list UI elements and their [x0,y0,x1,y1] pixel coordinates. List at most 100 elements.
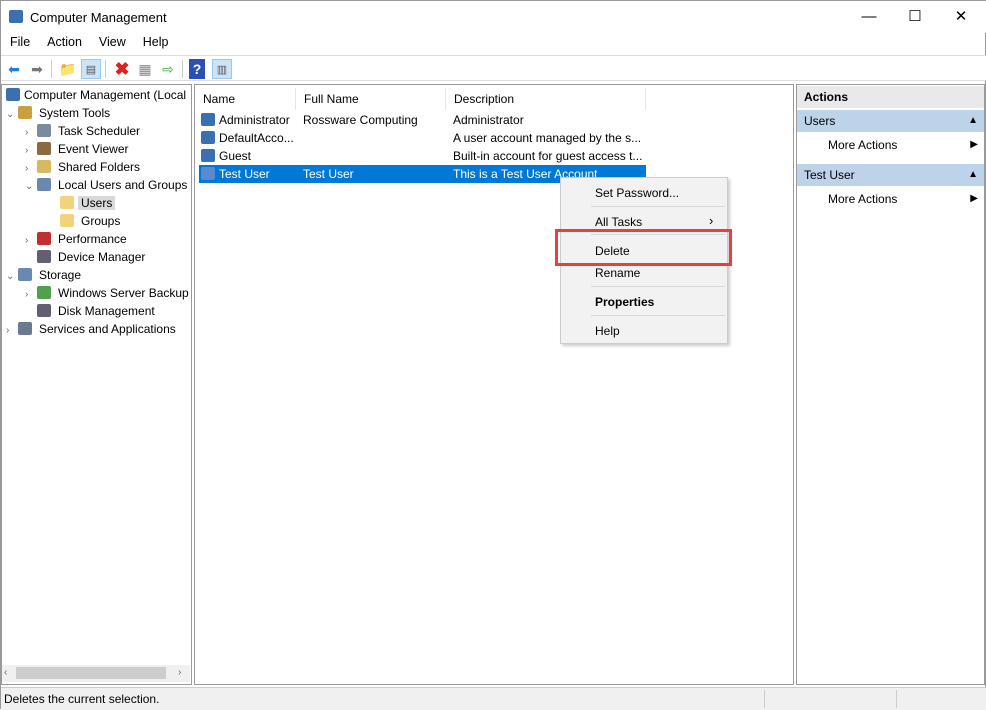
tree-horizontal-scrollbar[interactable]: ‹ › [2,665,190,682]
tree-node-icon [37,232,51,245]
tree-item-label: Windows Server Backup [58,286,189,300]
back-icon[interactable]: ⬅ [4,59,24,79]
delete-icon[interactable]: ✖ [112,59,132,79]
tree-item[interactable]: › Performance [25,230,130,248]
tree-item-label: Disk Management [58,304,155,318]
tree-node-icon [18,106,32,119]
submenu-arrow-icon: › [709,213,714,228]
menu-bar: File Action View Help [1,33,986,53]
column-header-description[interactable]: Description [446,88,646,110]
user-icon [201,167,215,180]
collapse-icon[interactable]: ▲ [968,110,978,132]
forward-icon[interactable]: ➡ [27,59,47,79]
menu-item-properties[interactable]: Properties [595,295,654,309]
tree-item-label: Event Viewer [58,142,129,156]
tree-item-label: Performance [58,232,127,246]
show-hide-action-pane-icon[interactable]: ▥ [212,59,232,79]
menu-item-rename[interactable]: Rename [595,266,640,280]
tree-item[interactable]: ⌄ System Tools [6,104,113,122]
export-list-icon[interactable]: ⇨ [158,59,178,79]
more-actions-label: More Actions [828,192,898,206]
actions-title: Actions [797,86,984,108]
table-row[interactable]: Administrator Rossware Computing Administr… [199,111,646,129]
tree-item[interactable]: › Services and Applications [6,320,179,338]
tree-item[interactable]: › Windows Server Backup [25,284,192,302]
tree-node-icon [18,268,32,281]
tree-node-icon [37,160,51,173]
tree-root-label: Computer Management (Local [24,88,187,102]
cell-description: Administrator [453,113,524,127]
user-icon [201,113,215,126]
computer-management-icon [9,10,23,23]
column-header-name[interactable]: Name [195,88,296,110]
tree-item-label: Groups [81,214,121,228]
collapse-arrow-icon[interactable]: ⌄ [25,178,37,196]
actions-section-users[interactable]: Users ▲ [797,110,984,132]
show-hide-tree-icon[interactable]: ▤ [81,59,101,79]
tree-item-label: Users [78,196,116,210]
help-icon[interactable]: ? [189,59,205,79]
chevron-right-icon: ▶ [970,193,978,204]
actions-pane: Actions Users ▲ More Actions ▶ Test User ▲ … [796,84,985,685]
expand-arrow-icon[interactable]: › [6,322,18,340]
tree-item[interactable]: › Task Scheduler [25,122,143,140]
tree-item-label: Services and Applications [39,322,176,336]
collapse-arrow-icon[interactable]: ⌄ [6,106,18,124]
close-button[interactable]: ✕ [938,1,984,32]
console-tree: Computer Management (Local ⌄ System Tools… [1,84,192,685]
chevron-right-icon: ▶ [970,139,978,150]
menu-file[interactable]: File [1,33,38,49]
tree-item[interactable]: Users [60,194,116,212]
tree-item[interactable]: Device Manager [25,248,148,266]
menu-help[interactable]: Help [134,33,177,49]
tree-item[interactable]: Groups [60,212,123,230]
menu-view[interactable]: View [90,33,134,49]
tree-item[interactable]: ⌄ Storage [6,266,84,284]
cell-name: Administrator [219,113,290,127]
tree-node-icon [37,250,51,263]
minimize-button[interactable]: — [846,1,892,32]
tree-item[interactable]: Disk Management [25,302,158,320]
up-folder-icon[interactable]: 📁 [58,59,78,79]
table-row[interactable]: DefaultAcco... A user account managed by … [199,129,646,147]
collapse-icon[interactable]: ▲ [968,164,978,186]
title-bar: Computer Management — ☐ ✕ [1,1,986,33]
tree-root[interactable]: Computer Management (Local [6,86,186,104]
user-icon [201,131,215,144]
status-text: Deletes the current selection. [4,692,160,706]
tree-item-label: System Tools [39,106,111,120]
menu-action[interactable]: Action [38,33,90,49]
window-title: Computer Management [30,10,167,25]
menu-item-all-tasks[interactable]: All Tasks [595,215,642,229]
section-header: Users [804,114,836,128]
column-header-full-name[interactable]: Full Name [296,88,446,110]
cell-name: Test User [219,167,270,181]
cell-description: Built-in account for guest access t... [453,149,643,163]
maximize-button[interactable]: ☐ [892,1,938,32]
menu-item-help[interactable]: Help [595,324,620,338]
tree-item-label: Device Manager [58,250,146,264]
tree-node-icon [60,214,74,227]
users-list: Name Full Name Description Administrator… [194,84,794,685]
tree-item-label: Task Scheduler [58,124,141,138]
cell-description: A user account managed by the s... [453,131,642,145]
computer-icon [6,88,20,101]
menu-item-set-password[interactable]: Set Password... [595,186,679,200]
tree-item-label: Shared Folders [58,160,141,174]
tree-item[interactable]: › Event Viewer [25,140,131,158]
section-header: Test User [804,168,855,182]
table-row[interactable]: Guest Built-in account for guest access t… [199,147,646,165]
tree-item[interactable]: › Shared Folders [25,158,143,176]
more-actions-users[interactable]: More Actions ▶ [797,134,984,156]
more-actions-test-user[interactable]: More Actions ▶ [797,188,984,210]
cell-name: Guest [219,149,252,163]
delete-highlight-box [555,229,732,266]
tree-item-label: Storage [39,268,82,282]
properties-icon[interactable]: ▦ [135,59,155,79]
actions-section-test-user[interactable]: Test User ▲ [797,164,984,186]
collapse-arrow-icon[interactable]: ⌄ [6,268,18,286]
tree-node-icon [37,142,51,155]
tree-node-icon [37,178,51,191]
tree-item[interactable]: ⌄ Local Users and Groups [25,176,190,194]
status-bar: Deletes the current selection. [1,687,986,710]
